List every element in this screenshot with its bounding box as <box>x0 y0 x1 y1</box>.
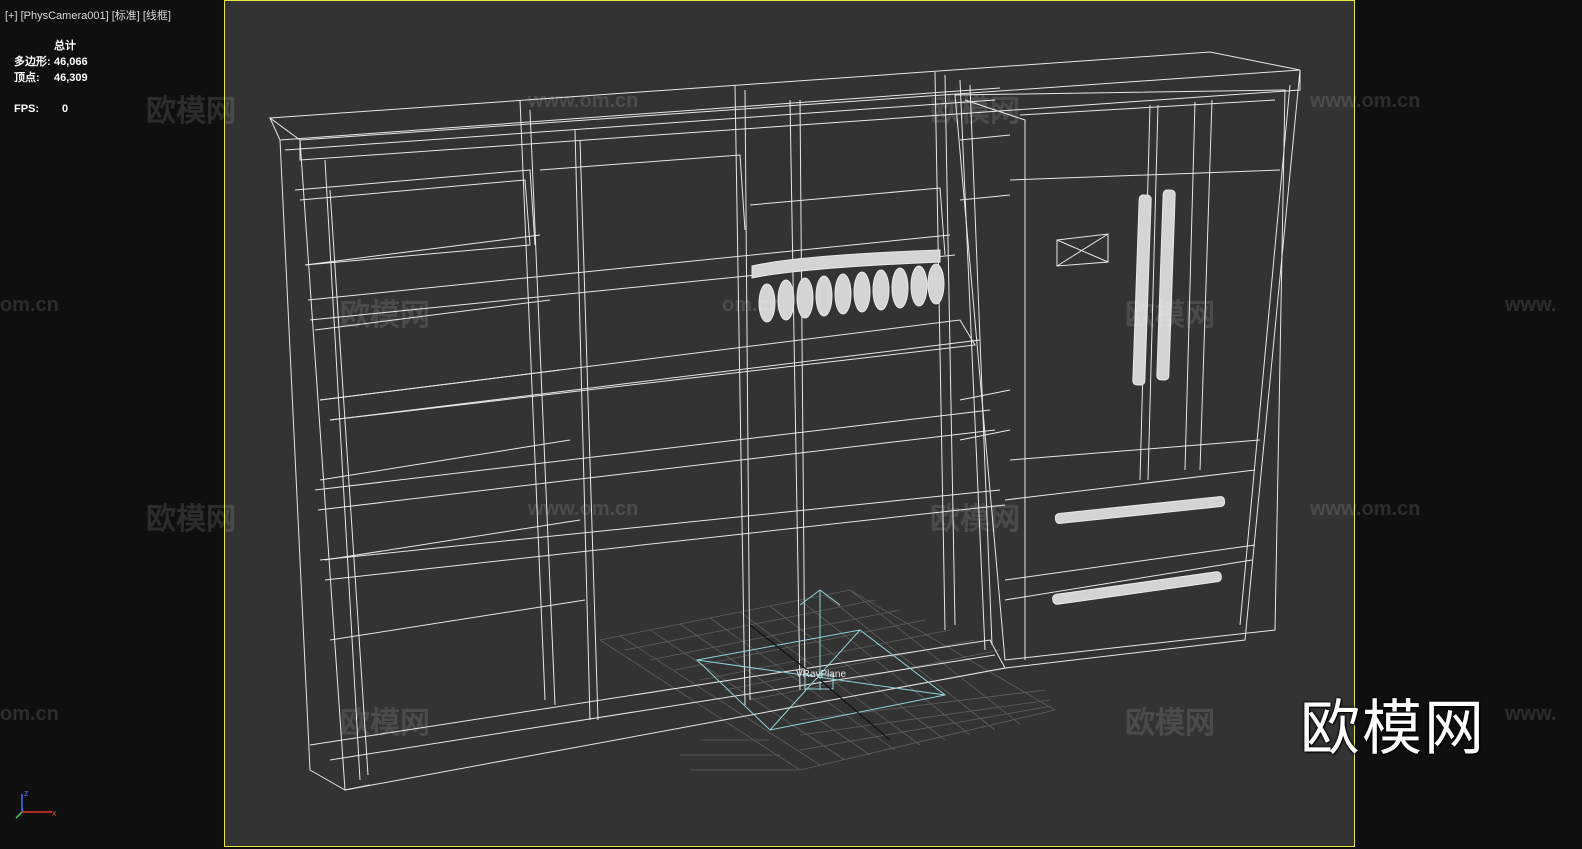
axis-z-label: z <box>24 790 29 798</box>
vertices-value: 46,309 <box>54 72 88 84</box>
ground-grid <box>598 589 1057 771</box>
axis-tripod-icon: z x <box>15 790 57 819</box>
fps-value: 0 <box>62 103 69 115</box>
fps-label: FPS: <box>14 103 40 115</box>
stats-vertices: 顶点: 46,309 <box>14 70 88 86</box>
vertices-label: 顶点: <box>14 72 40 84</box>
axis-x-label: x <box>52 808 57 818</box>
viewport-label-menu[interactable]: [+] [PhysCamera001] [标准] [线框] <box>5 7 171 23</box>
stats-header: 总计 <box>54 40 76 52</box>
cabinet-wireframe <box>268 51 1301 791</box>
brand-logo: 欧模网 <box>1300 695 1486 762</box>
viewport-3d[interactable]: 欧模网 www.om.cn 欧模网 www.om.cn om.cn 欧模网 om… <box>0 0 1582 849</box>
stats-fps: FPS: 0 <box>14 101 88 117</box>
polygons-value: 46,066 <box>54 56 88 68</box>
polygons-label: 多边形: <box>14 56 51 68</box>
vrayplane-label: VRayPlane <box>796 669 847 680</box>
stats-polygons: 多边形: 46,066 <box>14 54 88 70</box>
stats-overlay: 总计 多边形: 46,066 顶点: 46,309 FPS: 0 <box>14 38 88 117</box>
